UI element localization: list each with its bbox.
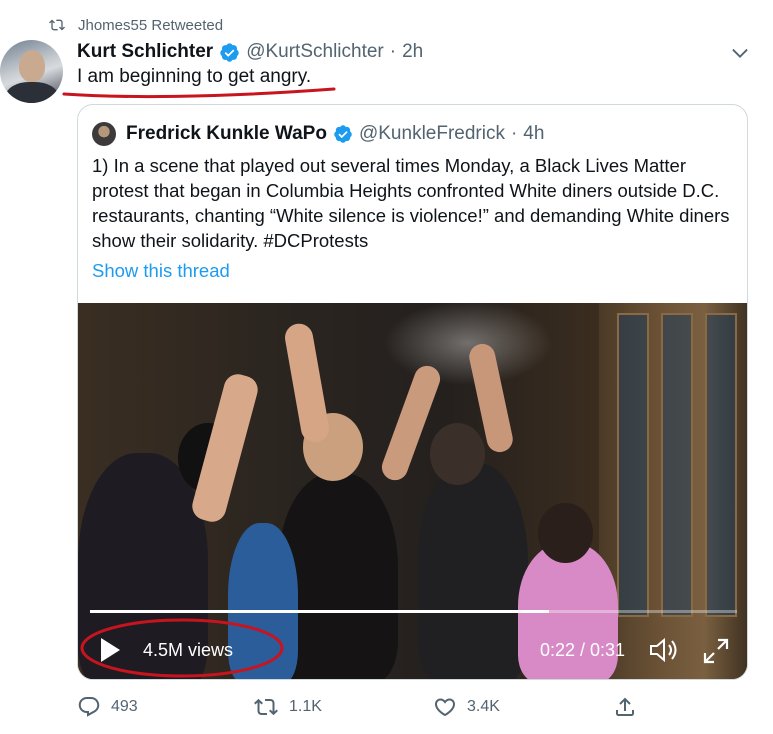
quoted-author-handle: @KunkleFredrick	[358, 123, 505, 144]
fullscreen-icon[interactable]	[702, 637, 730, 670]
tweet-header: Kurt Schlichter @KurtSchlichter · 2h	[77, 38, 753, 66]
quoted-author-name: Fredrick Kunkle WaPo	[126, 123, 327, 144]
red-circle-annotation	[80, 618, 284, 678]
author-avatar[interactable]	[0, 40, 63, 103]
verified-badge-icon	[333, 124, 353, 144]
video-progress-fill	[90, 610, 550, 613]
quoted-tweet-text: 1) In a scene that played out several ti…	[92, 155, 730, 251]
retweet-icon	[49, 19, 65, 31]
like-icon	[434, 698, 456, 717]
volume-icon[interactable]	[648, 635, 680, 670]
video-storefront	[599, 303, 747, 679]
quoted-tweet-card[interactable]: Fredrick Kunkle WaPo @KunkleFredrick · 4…	[77, 104, 748, 680]
retweet-context: Jhomes55 Retweeted	[48, 14, 223, 36]
video-time: 0:22 / 0:31	[540, 640, 626, 660]
retweet-label: Jhomes55 Retweeted	[78, 16, 224, 34]
retweet-count: 1.1K	[289, 698, 322, 715]
verified-badge-icon	[219, 42, 240, 63]
like-button[interactable]: 3.4K	[433, 695, 613, 719]
author-handle[interactable]: @KurtSchlichter	[246, 41, 384, 63]
chevron-down-icon[interactable]	[729, 42, 751, 69]
reply-icon	[78, 697, 100, 717]
retweet-button[interactable]: 1.1K	[253, 695, 433, 719]
like-count: 3.4K	[467, 698, 500, 715]
quoted-tweet-timestamp: 4h	[523, 123, 545, 144]
share-icon	[616, 697, 634, 716]
author-name[interactable]: Kurt Schlichter	[77, 41, 213, 63]
quoted-author-avatar	[92, 122, 116, 146]
red-underline-annotation	[62, 87, 336, 99]
separator-dot: ·	[510, 123, 518, 144]
reply-count: 493	[111, 698, 138, 715]
reply-button[interactable]: 493	[77, 695, 253, 719]
tweet-actions: 493 1.1K 3.4K	[77, 692, 753, 722]
share-button[interactable]	[613, 695, 647, 719]
quoted-tweet-header: Fredrick Kunkle WaPo @KunkleFredrick · 4…	[92, 121, 544, 147]
tweet-timestamp[interactable]: 2h	[402, 41, 423, 63]
show-thread-link[interactable]: Show this thread	[92, 260, 230, 282]
retweet-icon	[254, 698, 278, 716]
tweet-text: I am beginning to get angry.	[77, 66, 312, 87]
video-progress-bar[interactable]	[90, 610, 737, 613]
separator-dot: ·	[389, 41, 397, 62]
